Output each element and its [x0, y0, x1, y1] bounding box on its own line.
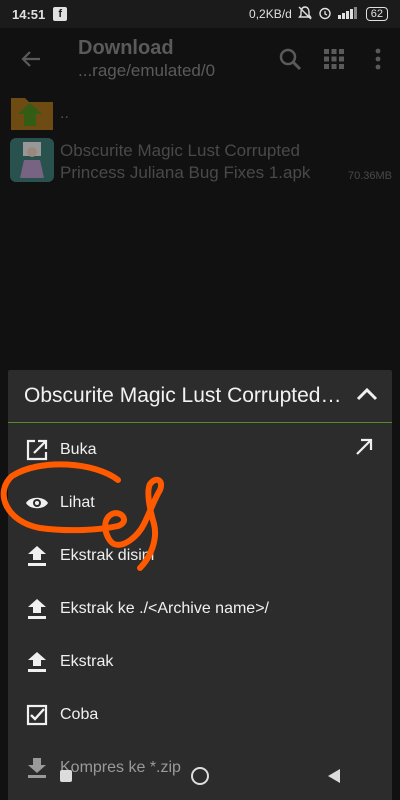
mute-icon: [297, 5, 312, 23]
annotation-scribble: [0, 461, 164, 571]
home-button[interactable]: [190, 767, 209, 785]
nav-back-button[interactable]: [328, 769, 341, 783]
signal-icon: [337, 6, 360, 22]
facebook-notification-icon: f: [53, 7, 68, 21]
battery-indicator: 62: [365, 7, 388, 21]
chevron-up-icon: [356, 387, 378, 401]
menu-item-extract[interactable]: Ekstrak: [8, 635, 392, 688]
alarm-icon: [318, 6, 332, 23]
extract-icon: [24, 649, 50, 675]
menu-item-label: Ekstrak ke ./<Archive name>/: [60, 599, 269, 617]
sheet-title: Obscurite Magic Lust Corrupted Princess …: [24, 384, 342, 407]
arrow-up-right-icon: [356, 438, 373, 455]
menu-item-extract-to-folder[interactable]: Ekstrak ke ./<Archive name>/: [8, 582, 392, 635]
extract-icon: [24, 596, 50, 622]
status-bar: 14:51 f 0,2KB/d 62: [0, 0, 400, 28]
menu-item-label: Ekstrak: [60, 652, 114, 670]
sheet-header[interactable]: Obscurite Magic Lust Corrupted Princess …: [8, 370, 392, 423]
checkbox-icon: [24, 702, 50, 728]
recents-button[interactable]: [59, 770, 72, 782]
system-nav-bar: [0, 752, 400, 800]
menu-item-label: Coba: [60, 705, 99, 723]
status-time: 14:51: [12, 6, 46, 22]
menu-item-test[interactable]: Coba: [8, 688, 392, 741]
network-speed: 0,2KB/d: [249, 7, 292, 21]
context-menu-sheet: Obscurite Magic Lust Corrupted Princess …: [8, 370, 392, 800]
